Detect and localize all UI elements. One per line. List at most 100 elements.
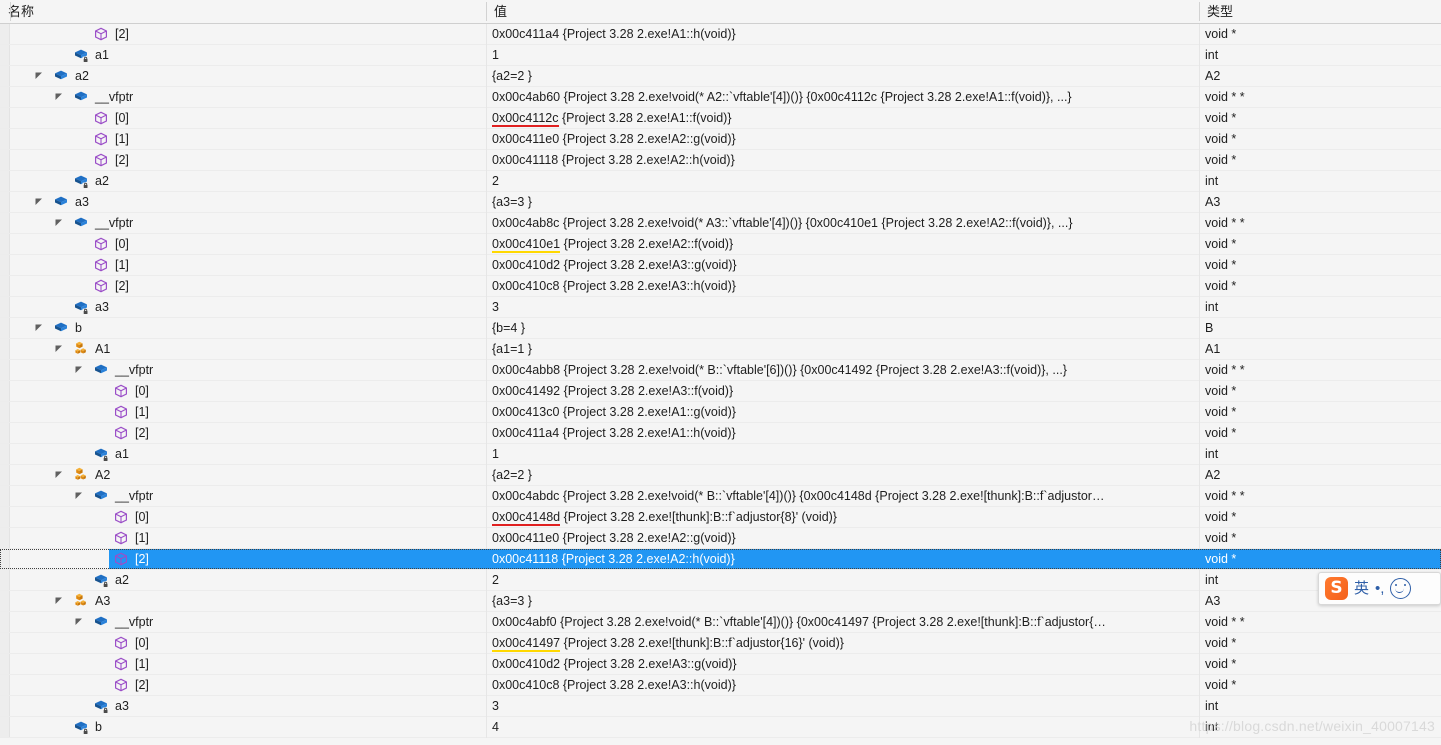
table-row[interactable]: [2] 0x00c410c8 {Project 3.28 2.exe!A3::h(… — [0, 675, 1441, 696]
cell-value[interactable]: 2 — [486, 171, 1199, 191]
table-row[interactable]: [2] 0x00c41118 {Project 3.28 2.exe!A2::h(… — [0, 150, 1441, 171]
expander-collapse-icon[interactable] — [73, 486, 85, 506]
cell-type[interactable]: void * — [1199, 150, 1441, 170]
cell-type[interactable]: A3 — [1199, 192, 1441, 212]
cell-type[interactable]: void * — [1199, 255, 1441, 275]
table-row[interactable]: [0] 0x00c41497 {Project 3.28 2.exe![thunk… — [0, 633, 1441, 654]
table-row[interactable]: [1] 0x00c410d2 {Project 3.28 2.exe!A3::g(… — [0, 255, 1441, 276]
cell-value[interactable]: 0x00c4112c {Project 3.28 2.exe!A1::f(voi… — [486, 108, 1199, 128]
table-row[interactable]: [0] 0x00c41492 {Project 3.28 2.exe!A3::f(… — [0, 381, 1441, 402]
cell-type[interactable]: void * * — [1199, 612, 1441, 632]
cell-name[interactable]: a2 — [0, 66, 486, 86]
cell-name[interactable]: [0] — [0, 507, 486, 527]
table-row[interactable]: [0] 0x00c4148d {Project 3.28 2.exe![thunk… — [0, 507, 1441, 528]
ime-language-toggle[interactable]: 英 — [1354, 577, 1369, 600]
cell-value[interactable]: 0x00c411e0 {Project 3.28 2.exe!A2::g(voi… — [486, 528, 1199, 548]
cell-type[interactable]: void * * — [1199, 360, 1441, 380]
table-row[interactable]: __vfptr 0x00c4ab60 {Project 3.28 2.exe!vo… — [0, 87, 1441, 108]
cell-name[interactable]: [2] — [0, 549, 486, 569]
cell-name[interactable]: a2 — [0, 570, 486, 590]
cell-name[interactable]: [0] — [0, 234, 486, 254]
cell-name[interactable]: [0] — [0, 633, 486, 653]
cell-name[interactable]: [1] — [0, 255, 486, 275]
cell-name[interactable]: b — [0, 318, 486, 338]
cell-value[interactable]: 0x00c4148d {Project 3.28 2.exe![thunk]:B… — [486, 507, 1199, 527]
cell-value[interactable]: {b=4 } — [486, 318, 1199, 338]
table-row[interactable]: a3 3 int — [0, 297, 1441, 318]
table-row[interactable]: [2] 0x00c411a4 {Project 3.28 2.exe!A1::h(… — [0, 423, 1441, 444]
table-row[interactable]: a3 {a3=3 } A3 — [0, 192, 1441, 213]
expander-collapse-icon[interactable] — [53, 465, 65, 485]
cell-type[interactable]: B — [1199, 318, 1441, 338]
cell-name[interactable]: a3 — [0, 297, 486, 317]
expander-collapse-icon[interactable] — [33, 318, 45, 338]
table-row[interactable]: b 4 int — [0, 717, 1441, 738]
cell-type[interactable]: A2 — [1199, 66, 1441, 86]
cell-value[interactable]: {a3=3 } — [486, 192, 1199, 212]
table-row[interactable]: [0] 0x00c410e1 {Project 3.28 2.exe!A2::f(… — [0, 234, 1441, 255]
sogou-logo-icon[interactable]: S — [1325, 577, 1348, 600]
cell-value[interactable]: {a1=1 } — [486, 339, 1199, 359]
cell-type[interactable]: void * — [1199, 108, 1441, 128]
table-row[interactable]: __vfptr 0x00c4abdc {Project 3.28 2.exe!vo… — [0, 486, 1441, 507]
table-row[interactable]: __vfptr 0x00c4abb8 {Project 3.28 2.exe!vo… — [0, 360, 1441, 381]
expander-collapse-icon[interactable] — [33, 66, 45, 86]
cell-value[interactable]: {a2=2 } — [486, 465, 1199, 485]
expander-collapse-icon[interactable] — [53, 213, 65, 233]
cell-type[interactable]: void * — [1199, 549, 1441, 569]
cell-type[interactable]: void * — [1199, 24, 1441, 44]
cell-type[interactable]: void * * — [1199, 486, 1441, 506]
table-row[interactable]: a2 {a2=2 } A2 — [0, 66, 1441, 87]
cell-type[interactable]: A1 — [1199, 339, 1441, 359]
table-row[interactable]: [1] 0x00c410d2 {Project 3.28 2.exe!A3::g(… — [0, 654, 1441, 675]
column-header-name[interactable]: 名称 — [0, 0, 486, 23]
cell-value[interactable]: 0x00c4abf0 {Project 3.28 2.exe!void(* B:… — [486, 612, 1199, 632]
cell-value[interactable]: 0x00c41497 {Project 3.28 2.exe![thunk]:B… — [486, 633, 1199, 653]
cell-value[interactable]: 0x00c411a4 {Project 3.28 2.exe!A1::h(voi… — [486, 423, 1199, 443]
cell-name[interactable]: A2 — [0, 465, 486, 485]
cell-name[interactable]: [2] — [0, 150, 486, 170]
cell-type[interactable]: void * — [1199, 675, 1441, 695]
cell-value[interactable]: 0x00c411e0 {Project 3.28 2.exe!A2::g(voi… — [486, 129, 1199, 149]
cell-value[interactable]: 0x00c4abb8 {Project 3.28 2.exe!void(* B:… — [486, 360, 1199, 380]
cell-name[interactable]: b — [0, 717, 486, 737]
cell-name[interactable]: __vfptr — [0, 213, 486, 233]
cell-name[interactable]: [1] — [0, 129, 486, 149]
cell-name[interactable]: [1] — [0, 528, 486, 548]
table-row[interactable]: A3 {a3=3 } A3 — [0, 591, 1441, 612]
expander-collapse-icon[interactable] — [53, 87, 65, 107]
cell-name[interactable]: __vfptr — [0, 486, 486, 506]
ime-punctuation-icon[interactable]: •, — [1375, 580, 1384, 597]
expander-collapse-icon[interactable] — [53, 591, 65, 611]
cell-value[interactable]: 3 — [486, 297, 1199, 317]
cell-type[interactable]: int — [1199, 696, 1441, 716]
cell-type[interactable]: void * — [1199, 528, 1441, 548]
cell-value[interactable]: 0x00c4ab60 {Project 3.28 2.exe!void(* A2… — [486, 87, 1199, 107]
cell-type[interactable]: void * — [1199, 402, 1441, 422]
cell-type[interactable]: int — [1199, 444, 1441, 464]
table-row[interactable]: [1] 0x00c411e0 {Project 3.28 2.exe!A2::g(… — [0, 129, 1441, 150]
expander-collapse-icon[interactable] — [73, 612, 85, 632]
cell-value[interactable]: 0x00c410d2 {Project 3.28 2.exe!A3::g(voi… — [486, 255, 1199, 275]
cell-name[interactable]: [0] — [0, 381, 486, 401]
expander-collapse-icon[interactable] — [53, 339, 65, 359]
cell-type[interactable]: void * * — [1199, 87, 1441, 107]
cell-name[interactable]: [2] — [0, 423, 486, 443]
cell-name[interactable]: A3 — [0, 591, 486, 611]
table-row[interactable]: __vfptr 0x00c4ab8c {Project 3.28 2.exe!vo… — [0, 213, 1441, 234]
cell-value[interactable]: 0x00c410d2 {Project 3.28 2.exe!A3::g(voi… — [486, 654, 1199, 674]
cell-value[interactable]: 3 — [486, 696, 1199, 716]
cell-type[interactable]: void * — [1199, 381, 1441, 401]
cell-name[interactable]: A1 — [0, 339, 486, 359]
cell-value[interactable]: 1 — [486, 444, 1199, 464]
cell-name[interactable]: a1 — [0, 444, 486, 464]
table-row[interactable]: b {b=4 } B — [0, 318, 1441, 339]
cell-name[interactable]: a2 — [0, 171, 486, 191]
cell-value[interactable]: 0x00c413c0 {Project 3.28 2.exe!A1::g(voi… — [486, 402, 1199, 422]
cell-type[interactable]: void * — [1199, 633, 1441, 653]
cell-name[interactable]: __vfptr — [0, 612, 486, 632]
table-row[interactable]: a3 3 int — [0, 696, 1441, 717]
expander-collapse-icon[interactable] — [73, 360, 85, 380]
table-row[interactable]: [2] 0x00c411a4 {Project 3.28 2.exe!A1::h(… — [0, 24, 1441, 45]
table-row[interactable]: a1 1 int — [0, 444, 1441, 465]
